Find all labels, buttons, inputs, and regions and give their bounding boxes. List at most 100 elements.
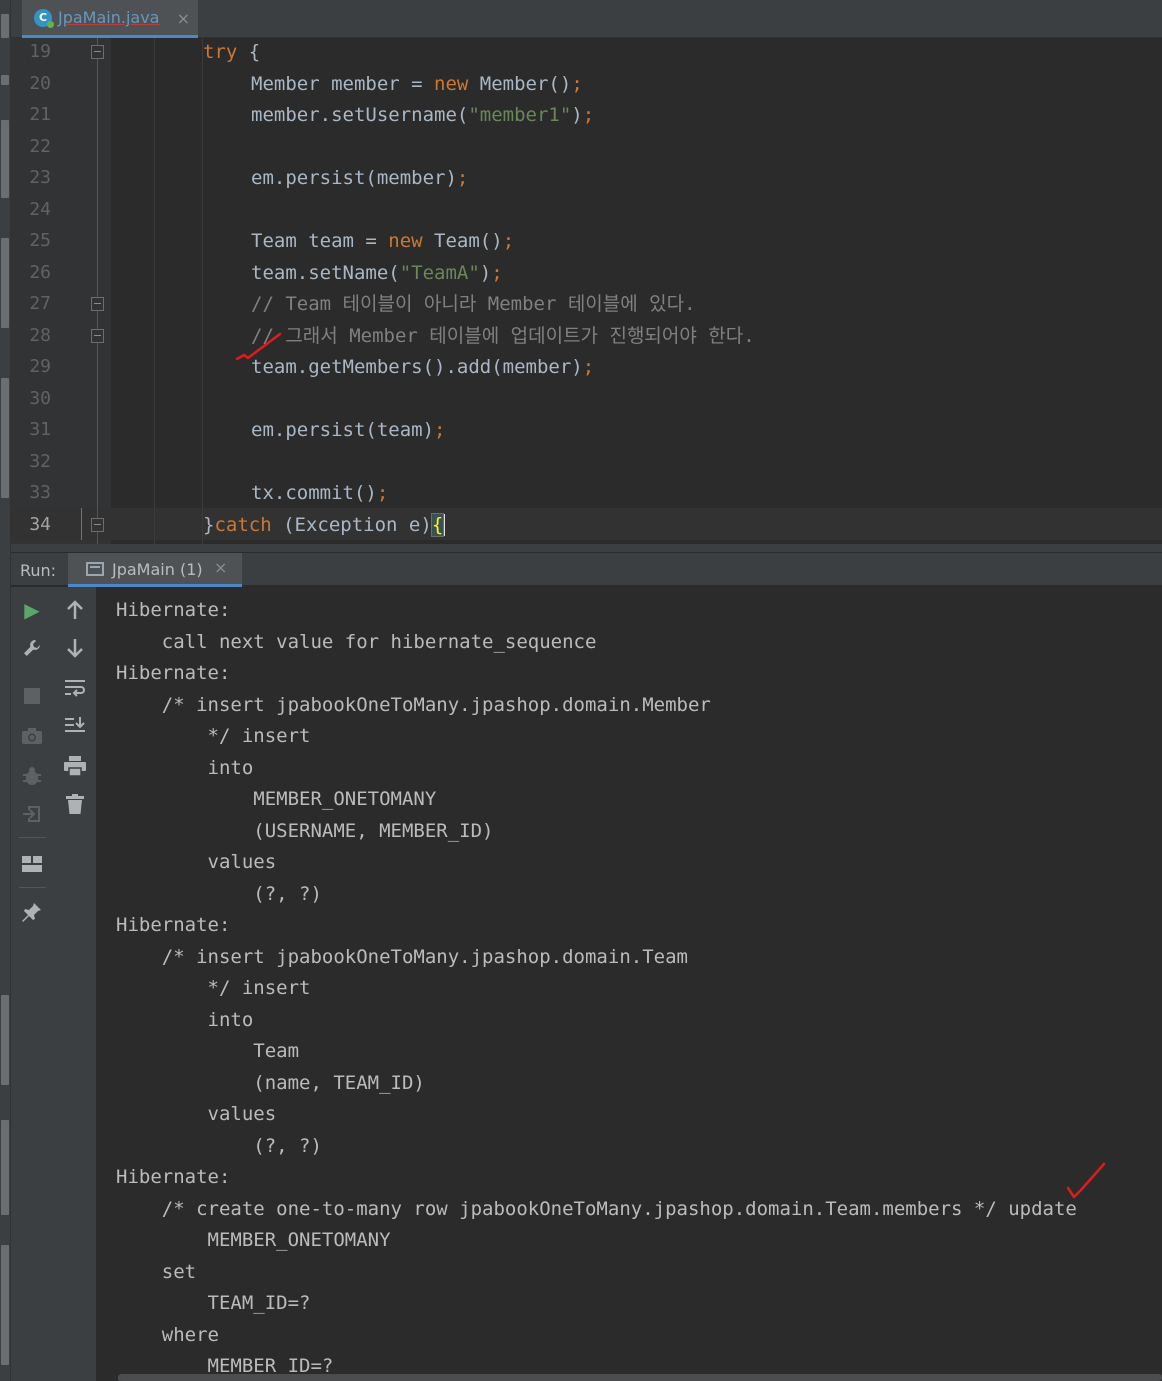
code-line[interactable]: 33 tx.commit(); — [11, 477, 1162, 509]
console-line: into — [116, 756, 254, 779]
close-icon[interactable]: × — [214, 558, 227, 577]
console-line: (name, TEAM_ID) — [116, 1071, 437, 1094]
console-line: (?, ?) — [116, 1134, 322, 1157]
camera-icon — [19, 723, 45, 749]
tab-run-jpamain[interactable]: JpaMain (1) × — [68, 553, 242, 587]
soft-wrap-icon[interactable] — [62, 675, 88, 701]
code-text: team.getMembers().add(member); — [251, 356, 595, 378]
code-text: try { — [203, 41, 261, 63]
red-check-mark-console — [1066, 1162, 1106, 1199]
line-number: 30 — [29, 387, 51, 409]
arrow-up-icon[interactable] — [62, 597, 88, 623]
console-line: */ insert — [116, 725, 322, 747]
console-line: Team — [116, 1040, 300, 1062]
scroll-to-end-icon[interactable] — [62, 713, 88, 739]
fold-marker-icon[interactable] — [91, 45, 104, 59]
console-line: (USERNAME, MEMBER_ID) — [116, 819, 505, 842]
rerun-icon[interactable]: ▶ — [19, 597, 45, 623]
code-line[interactable]: 31 em.persist(team); — [11, 414, 1162, 446]
console-line: Hibernate: — [116, 1166, 242, 1188]
code-line[interactable]: 20 Member member = new Member(); — [11, 68, 1162, 100]
line-number: 32 — [29, 450, 51, 472]
code-line[interactable]: 34 }catch (Exception e){ — [11, 509, 1162, 541]
code-line[interactable]: 30 — [11, 383, 1162, 415]
debug-icon — [19, 763, 45, 789]
code-line[interactable]: 32 — [11, 446, 1162, 478]
line-number: 19 — [29, 41, 51, 62]
wrench-icon[interactable] — [19, 635, 45, 661]
code-line[interactable]: 24 — [11, 194, 1162, 226]
run-label: Run: — [20, 561, 57, 580]
line-number: 28 — [29, 324, 51, 346]
fold-marker-icon[interactable] — [91, 297, 104, 311]
line-number: 31 — [29, 419, 51, 440]
code-text: member.setUsername("member1"); — [251, 104, 595, 126]
close-icon[interactable]: × — [177, 9, 190, 28]
code-text: }catch (Exception e){ — [203, 512, 446, 537]
console-line: MEMBER_ONETOMANY — [116, 1229, 402, 1251]
code-line[interactable]: 27 // Team 테이블이 아니라 Member 테이블에 있다. — [11, 288, 1162, 320]
layout-icon[interactable] — [19, 851, 45, 877]
code-text: em.persist(team); — [251, 419, 446, 441]
stop-icon — [19, 683, 45, 709]
code-line[interactable]: 25 Team team = new Team(); — [11, 225, 1162, 257]
line-number: 29 — [29, 356, 51, 377]
panel-splitter[interactable] — [11, 544, 1162, 552]
console-output[interactable]: Hibernate: call next value for hibernate… — [97, 587, 1162, 1377]
java-class-icon: C — [34, 8, 54, 28]
console-line: Hibernate: — [116, 599, 242, 621]
console-line: TEAM_ID=? — [116, 1292, 322, 1314]
left-tool-strip — [0, 0, 11, 1381]
console-line: /* create one-to-many row jpabookOneToMa… — [116, 1197, 1077, 1220]
run-toolbar-left: ▶ — [11, 587, 54, 1381]
code-line[interactable]: 22 — [11, 131, 1162, 163]
code-line[interactable]: 29 team.getMembers().add(member); — [11, 351, 1162, 383]
console-line: */ insert — [116, 977, 322, 999]
line-number: 20 — [29, 72, 51, 94]
console-line: Hibernate: — [116, 662, 242, 684]
text-caret — [443, 514, 446, 536]
console-line: values — [116, 851, 277, 873]
line-number: 21 — [29, 104, 51, 125]
fold-marker-icon[interactable] — [91, 517, 104, 532]
console-line: values — [116, 1103, 277, 1125]
arrow-down-icon[interactable] — [62, 635, 88, 661]
line-number: 25 — [29, 230, 51, 251]
console-line: where — [116, 1323, 219, 1346]
run-tab-label: JpaMain (1) — [112, 560, 203, 579]
line-number: 24 — [29, 198, 51, 220]
fold-marker-icon[interactable] — [91, 328, 104, 343]
code-text: tx.commit(); — [251, 482, 389, 504]
line-number: 33 — [29, 482, 51, 503]
tab-jpamain-java[interactable]: C JpaMain.java × — [22, 0, 198, 38]
code-editor[interactable]: 19 try {20 Member member = new Member(); 21… — [11, 38, 1162, 544]
red-check-mark-editor — [235, 332, 282, 361]
line-number: 22 — [29, 135, 51, 157]
code-line[interactable]: 19 try { — [11, 38, 1162, 68]
code-line[interactable]: 23 em.persist(member); — [11, 162, 1162, 194]
console-line: into — [116, 1008, 254, 1031]
console-line: Hibernate: — [116, 914, 242, 936]
code-line[interactable]: 21 member.setUsername("member1"); — [11, 99, 1162, 131]
horizontal-scrollbar[interactable] — [118, 1374, 1162, 1381]
print-icon[interactable] — [62, 753, 88, 779]
code-text: // Team 테이블이 아니라 Member 테이블에 있다. — [251, 293, 696, 315]
exit-icon — [19, 801, 45, 827]
console-line: /* insert jpabookOneToMany.jpashop.domai… — [116, 693, 711, 716]
run-toolbar-right — [54, 587, 97, 1381]
code-text: Team team = new Team(); — [251, 230, 515, 252]
console-line: call next value for hibernate_sequence — [116, 630, 597, 653]
line-number: 23 — [29, 167, 51, 188]
pin-icon[interactable] — [19, 899, 45, 925]
code-line[interactable]: 28 // 그래서 Member 테이블에 업데이트가 진행되어야 한다. — [11, 320, 1162, 352]
code-text: em.persist(member); — [251, 167, 469, 189]
console-line: /* insert jpabookOneToMany.jpashop.domai… — [116, 945, 688, 968]
console-icon — [86, 562, 104, 576]
trash-icon[interactable] — [62, 791, 88, 817]
line-number: 34 — [29, 513, 51, 535]
code-text: team.setName("TeamA"); — [251, 261, 503, 284]
tab-label: JpaMain.java — [58, 8, 160, 27]
editor-tab-bar: C JpaMain.java × — [11, 0, 1162, 38]
code-line[interactable]: 26 team.setName("TeamA"); — [11, 257, 1162, 289]
run-panel-header: Run: JpaMain (1) × — [11, 552, 1162, 587]
